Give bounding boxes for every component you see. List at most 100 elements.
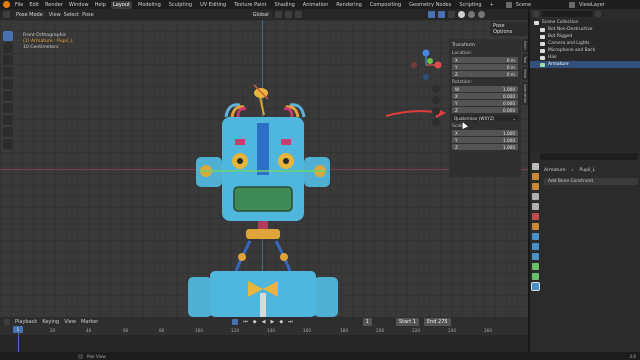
menu-pose[interactable]: Pose (82, 12, 94, 18)
timeline-ruler[interactable]: 1 20 40 60 80 100 120 140 160 180 200 22… (0, 326, 528, 335)
pivot-icon[interactable] (274, 11, 282, 18)
orientation-dropdown[interactable]: Global (249, 10, 272, 19)
output-tab-icon[interactable] (531, 183, 539, 190)
tab-uv-editing[interactable]: UV Editing (198, 1, 228, 9)
ortho-toggle-icon[interactable] (432, 118, 440, 126)
menu-help[interactable]: Help (94, 2, 107, 8)
menu-view[interactable]: View (49, 12, 61, 18)
zoom-icon[interactable] (432, 85, 440, 93)
modifier-tab-icon[interactable] (531, 233, 539, 240)
menu-edit[interactable]: Edit (28, 2, 40, 8)
scale-z-field[interactable]: Z 1.000 (452, 144, 518, 150)
bone-constraint-tab-icon[interactable] (530, 282, 540, 291)
blender-logo-icon[interactable] (3, 1, 10, 8)
outliner-search-input[interactable] (542, 11, 592, 17)
relax-pose-icon[interactable] (3, 139, 13, 149)
location-x-field[interactable]: X0 m (452, 57, 518, 63)
object-tab-icon[interactable] (531, 223, 539, 230)
move-icon[interactable] (3, 55, 13, 65)
annotate-icon[interactable] (3, 103, 13, 113)
timeline-editor-icon[interactable] (4, 318, 10, 325)
pose-options-dropdown[interactable]: Pose Options (490, 22, 528, 36)
measure-icon[interactable] (3, 115, 13, 125)
rotation-mode-dropdown[interactable]: Quaternion (WXYZ) ⌄ (452, 115, 518, 121)
scene-name[interactable]: Scene (516, 2, 531, 8)
rotation-z-field[interactable]: Z 0.000 (452, 107, 518, 113)
tab-layout[interactable]: Layout (111, 0, 132, 9)
material-shading-icon[interactable] (467, 11, 475, 18)
solid-shading-icon[interactable] (457, 11, 465, 18)
view-layer-tab-icon[interactable] (531, 193, 539, 200)
jump-start-icon[interactable]: ⏮ (243, 319, 248, 325)
pose-tool-icon[interactable] (3, 127, 13, 137)
keying-menu[interactable]: Keying (42, 319, 59, 325)
tab-animation-n[interactable]: Animation (522, 82, 528, 106)
scale-y-field[interactable]: Y 1.000 (452, 137, 518, 143)
tab-rendering[interactable]: Rendering (334, 1, 364, 9)
outliner-item[interactable]: Hair (530, 54, 640, 61)
end-frame-field[interactable]: End 275 (423, 317, 451, 326)
physics-tab-icon[interactable] (531, 243, 539, 250)
scene-tab-icon[interactable] (531, 203, 539, 210)
add-workspace-button[interactable]: + (488, 1, 496, 9)
scale-x-field[interactable]: X 1.000 (452, 130, 518, 136)
tool-tab-icon[interactable] (531, 163, 539, 170)
rotation-y-field[interactable]: Y 0.000 (452, 100, 518, 106)
robot-pupil-right[interactable] (283, 158, 289, 164)
prev-key-icon[interactable]: ◆ (253, 319, 257, 325)
gizmo-toggle-icon[interactable] (427, 11, 435, 18)
navigation-gizmo[interactable] (408, 47, 444, 83)
tab-view[interactable]: View (522, 67, 528, 81)
bone-tab-icon[interactable] (531, 273, 539, 280)
scale-icon[interactable] (3, 79, 13, 89)
camera-view-icon[interactable] (432, 107, 440, 115)
tab-tool[interactable]: Tool (522, 53, 528, 66)
editor-type-icon[interactable] (3, 11, 10, 18)
view-layer-name[interactable]: ViewLayer (579, 2, 605, 8)
menu-window[interactable]: Window (68, 2, 90, 8)
constraint-tab-icon[interactable] (531, 253, 539, 260)
properties-search-input[interactable] (540, 153, 638, 160)
jump-end-icon[interactable]: ⏭ (288, 319, 293, 325)
filter-icon[interactable] (595, 11, 601, 17)
rotation-x-field[interactable]: X 0.000 (452, 93, 518, 99)
tab-shading[interactable]: Shading (272, 1, 296, 9)
snap-icon[interactable] (284, 11, 292, 18)
outliner-item[interactable]: Camera and Lights (530, 40, 640, 47)
menu-render[interactable]: Render (44, 2, 64, 8)
rendered-shading-icon[interactable] (477, 11, 485, 18)
robot-character[interactable] (180, 81, 350, 317)
outliner-item-armature[interactable]: Armature (530, 61, 640, 68)
select-box-icon[interactable] (3, 31, 13, 41)
current-frame-field[interactable]: 1 (362, 317, 372, 326)
marker-menu[interactable]: Marker (81, 319, 98, 325)
location-y-field[interactable]: Y0 m (452, 64, 518, 70)
robot-pupil-left[interactable] (237, 158, 243, 164)
next-key-icon[interactable]: ◆ (279, 319, 283, 325)
timeline-view-menu[interactable]: View (64, 319, 76, 325)
transform-icon[interactable] (3, 91, 13, 101)
menu-select[interactable]: Select (64, 12, 79, 18)
armature-data-tab-icon[interactable] (531, 263, 539, 270)
outliner-editor-icon[interactable] (533, 11, 539, 17)
mode-dropdown[interactable]: Pose Mode (13, 10, 46, 19)
tab-texture-paint[interactable]: Texture Paint (232, 1, 268, 9)
outliner-item[interactable]: Microphone and Back (530, 47, 640, 54)
rotate-icon[interactable] (3, 67, 13, 77)
xray-icon[interactable] (447, 11, 455, 18)
pan-hand-icon[interactable] (432, 96, 440, 104)
outliner-item[interactable]: Bot Rigged (530, 33, 640, 40)
tab-animation[interactable]: Animation (301, 1, 331, 9)
outliner-item[interactable]: Bot Non-Destructive (530, 26, 640, 33)
play-reverse-icon[interactable]: ◀ (262, 319, 266, 325)
world-tab-icon[interactable] (531, 213, 539, 220)
proportional-icon[interactable] (294, 11, 302, 18)
add-bone-constraint-button[interactable]: Add Bone Constraint (544, 178, 638, 185)
start-frame-field[interactable]: Start 1 (395, 317, 419, 326)
rotation-w-field[interactable]: W 1.000 (452, 86, 518, 92)
overlay-toggle-icon[interactable] (437, 11, 445, 18)
3d-viewport[interactable]: Pose Mode View Select Pose Global Pose O… (0, 9, 528, 317)
play-icon[interactable]: ▶ (271, 319, 275, 325)
scene-collection-row[interactable]: Scene Collection (530, 19, 640, 26)
playback-menu[interactable]: Playback (15, 319, 37, 325)
